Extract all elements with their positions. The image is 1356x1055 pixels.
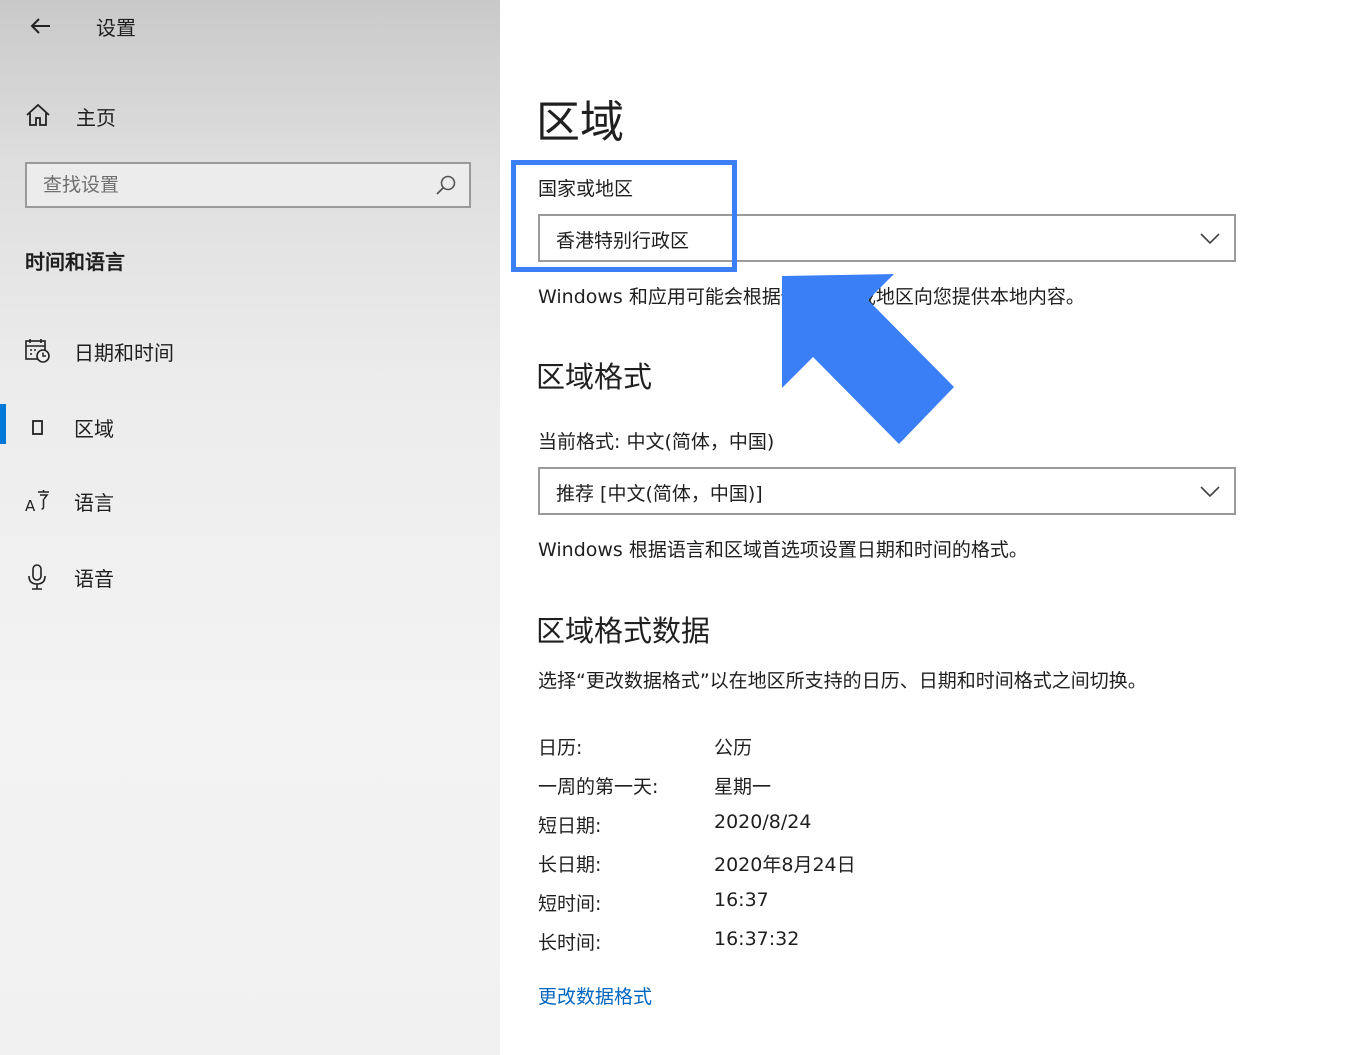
region-format-dropdown-value: 推荐 [中文(简体，中国)] <box>556 483 763 505</box>
sidebar-item-date-time[interactable]: 日期和时间 <box>0 324 500 378</box>
active-indicator <box>0 404 6 444</box>
format-key: 日历: <box>538 737 583 759</box>
current-format-label: 当前格式: 中文(简体，中国) <box>538 431 775 453</box>
sidebar-item-label: 日期和时间 <box>74 341 174 365</box>
format-row-calendar: 日历: 公历 <box>538 733 1038 767</box>
format-row-short-time: 短时间: 16:37 <box>538 889 1038 923</box>
country-dropdown[interactable]: 香港特别行政区 <box>538 214 1236 262</box>
format-row-short-date: 短日期: 2020/8/24 <box>538 811 1038 845</box>
format-value: 2020年8月24日 <box>714 854 856 876</box>
format-row-long-time: 长时间: 16:37:32 <box>538 928 1038 962</box>
sidebar: 设置 主页 时间和语言 日期和时间 区域 A <box>0 0 500 1055</box>
format-value: 16:37:32 <box>714 928 800 950</box>
format-value: 16:37 <box>714 889 769 911</box>
language-icon: A <box>25 490 49 515</box>
microphone-icon <box>28 564 46 590</box>
format-key: 长日期: <box>538 854 602 876</box>
svg-text:A: A <box>25 497 36 515</box>
sidebar-item-speech[interactable]: 语音 <box>0 550 500 604</box>
calendar-clock-icon <box>25 339 50 363</box>
format-key: 短日期: <box>538 815 602 837</box>
format-row-first-day: 一周的第一天: 星期一 <box>538 772 1038 806</box>
sidebar-item-language[interactable]: A 语言 <box>0 474 500 528</box>
back-arrow-icon <box>30 18 50 34</box>
sidebar-item-label: 语音 <box>74 567 114 591</box>
region-format-heading: 区域格式 <box>536 360 653 394</box>
sidebar-item-home[interactable]: 主页 <box>0 94 500 136</box>
search-input[interactable] <box>43 170 423 200</box>
sidebar-item-region[interactable]: 区域 <box>0 400 500 454</box>
format-row-long-date: 长日期: 2020年8月24日 <box>538 850 1038 884</box>
format-value: 星期一 <box>714 776 772 798</box>
country-label: 国家或地区 <box>538 178 634 200</box>
section-title: 时间和语言 <box>25 250 125 274</box>
home-icon <box>26 103 50 126</box>
sidebar-item-label: 主页 <box>76 106 116 130</box>
format-value: 公历 <box>714 737 753 759</box>
sidebar-item-label: 区域 <box>74 417 114 441</box>
format-key: 短时间: <box>538 893 602 915</box>
sidebar-item-label: 语言 <box>74 491 114 515</box>
search-box[interactable] <box>25 162 471 208</box>
chevron-down-icon <box>1200 486 1220 498</box>
page-title: 区域 <box>536 97 624 148</box>
format-data-description: 选择“更改数据格式”以在地区所支持的日历、日期和时间格式之间切换。 <box>538 670 1147 692</box>
region-format-description: Windows 根据语言和区域首选项设置日期和时间的格式。 <box>538 539 1028 561</box>
main-content: 区域 国家或地区 香港特别行政区 Windows 和应用可能会根据你的国家或地区… <box>500 0 1356 1055</box>
country-dropdown-value: 香港特别行政区 <box>556 230 690 252</box>
search-icon[interactable] <box>435 174 457 196</box>
app-title: 设置 <box>96 16 136 40</box>
format-value: 2020/8/24 <box>714 811 812 833</box>
format-key: 长时间: <box>538 932 602 954</box>
country-description: Windows 和应用可能会根据你的国家或地区向您提供本地内容。 <box>538 286 1085 308</box>
format-key: 一周的第一天: <box>538 776 659 798</box>
back-button[interactable] <box>20 8 60 44</box>
region-icon <box>32 420 43 435</box>
format-data-heading: 区域格式数据 <box>536 614 711 648</box>
change-data-format-link[interactable]: 更改数据格式 <box>538 982 652 1009</box>
chevron-down-icon <box>1200 233 1220 245</box>
region-format-dropdown[interactable]: 推荐 [中文(简体，中国)] <box>538 467 1236 515</box>
